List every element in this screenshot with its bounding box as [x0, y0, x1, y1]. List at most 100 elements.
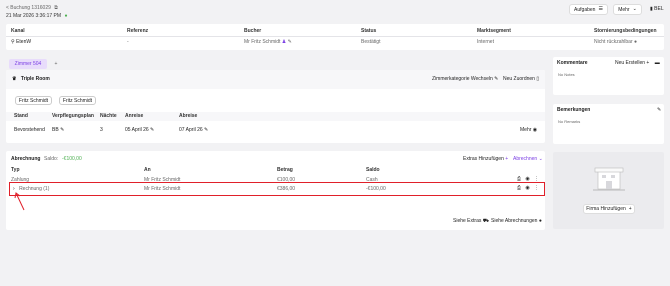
- remarks-card: Bemerkungen ✎ No Remarks: [553, 104, 664, 144]
- arrival-cell: 05 April 26 ✎: [125, 128, 154, 133]
- more-label: Mehr: [618, 6, 630, 13]
- meal-value: BB: [52, 127, 59, 133]
- edit-icon: ✎: [494, 76, 499, 82]
- col-typ: Typ: [11, 167, 20, 173]
- see-bills-label: Siehe Abrechnungen: [491, 218, 538, 224]
- plus-icon: +: [646, 60, 650, 66]
- reassign-link[interactable]: Neu Zuordnen ▯: [503, 77, 539, 82]
- col-verpflegung: Verpflegungsplan: [52, 113, 94, 119]
- settle-link[interactable]: Abrechnen ⌄: [513, 157, 543, 162]
- change-category-label: Zimmerkategorie Wechseln: [432, 76, 493, 82]
- guest-chip-2[interactable]: Fritz Schmidt: [59, 96, 96, 105]
- edit-icon[interactable]: ✎: [657, 108, 661, 113]
- col-storno: Stornierungsbedingungen: [594, 28, 657, 34]
- col-bucher: Bucher: [244, 28, 262, 34]
- room-title: ♛ Triple Room: [12, 77, 50, 82]
- comments-card: Kommentare Neu Erstellen + ▬ No Notes: [553, 57, 664, 95]
- departure-value: 07 April 26: [179, 127, 203, 133]
- new-comment-label: Neu Erstellen: [615, 60, 646, 66]
- eye-icon: ◉: [532, 127, 538, 133]
- company-card: Firma Hinzufügen +: [553, 152, 664, 229]
- billing-title: Abrechnung: [11, 156, 41, 162]
- add-room-tab[interactable]: +: [50, 59, 62, 69]
- col-kanal: Kanal: [11, 28, 25, 34]
- saldo-value: -€100,00: [62, 156, 82, 162]
- channel-value: EtenW: [16, 39, 32, 45]
- departure-cell: 07 April 26 ✎: [179, 128, 208, 133]
- booker-cell: Mr Fritz Schmidt ♟ ✎: [244, 40, 292, 45]
- user-icon[interactable]: ♟: [282, 40, 286, 45]
- meal-cell: BB ✎: [52, 128, 64, 133]
- new-comment-link[interactable]: Neu Erstellen + ▬: [615, 61, 660, 66]
- cancellation-value: Nicht rückzahlbar: [594, 39, 633, 45]
- booking-date: 21 Mar 2026 3:36:17 PM: [6, 13, 62, 19]
- remarks-empty: No Remarks: [558, 119, 581, 124]
- list-icon: ☰: [598, 6, 603, 12]
- money-icon: ●: [538, 218, 542, 224]
- tasks-button[interactable]: Aufgaben ☰: [569, 4, 608, 15]
- collapse-icon[interactable]: ▬: [655, 61, 660, 66]
- door-icon: ▯: [536, 76, 540, 82]
- guest-chip-1[interactable]: Fritz Schmidt: [15, 96, 52, 105]
- back-label[interactable]: < Buchung 1316029: [6, 5, 51, 11]
- col-status: Status: [361, 28, 377, 34]
- nights-value: 3: [100, 127, 103, 133]
- status-value: Bestätigt: [361, 39, 381, 45]
- room-more-label: Mehr: [520, 127, 532, 133]
- status-short[interactable]: ▮ BEL: [650, 7, 664, 12]
- comments-empty: No Notes: [558, 72, 575, 77]
- col-anreise: Anreise: [125, 113, 144, 119]
- edit-icon[interactable]: ✎: [60, 128, 64, 133]
- col-naechte: Nächte: [100, 113, 117, 119]
- saldo-label: Saldo:: [44, 156, 59, 162]
- room-more-link[interactable]: Mehr ◉: [520, 128, 537, 133]
- col-stand: Stand: [14, 113, 28, 119]
- add-company-label: Firma Hinzufügen: [586, 206, 626, 212]
- date-line: 21 Mar 2026 3:36:17 PM ●: [6, 14, 67, 19]
- trash-icon[interactable]: ▮: [650, 7, 653, 12]
- col-abreise: Abreise: [179, 113, 198, 119]
- change-category-link[interactable]: Zimmerkategorie Wechseln ✎: [432, 77, 498, 82]
- plus-icon: +: [505, 156, 509, 162]
- remarks-title: Bemerkungen: [557, 107, 591, 113]
- more-button[interactable]: Mehr ⌄: [613, 4, 642, 15]
- highlight-box: [9, 182, 545, 196]
- cart-icon: ⛟: [482, 218, 490, 224]
- annotation-arrow-icon: [14, 192, 25, 211]
- see-extras-link[interactable]: Siehe Extras ⛟: [453, 219, 489, 224]
- back-link[interactable]: < Buchung 1316029 ⧉: [6, 6, 58, 11]
- see-extras-label: Siehe Extras: [453, 218, 482, 224]
- info-icon[interactable]: ●: [634, 40, 637, 45]
- booker-value: Mr Fritz Schmidt: [244, 39, 281, 45]
- col-an: An: [144, 167, 151, 173]
- col-saldo: Saldo: [366, 167, 380, 173]
- booking-card: Kanal Referenz Bucher Status Marktsegmen…: [6, 24, 664, 50]
- stand-value: Bevorstehend: [14, 127, 45, 133]
- chevron-down-icon: ⌄: [538, 156, 543, 162]
- reference-value: -: [127, 39, 129, 45]
- col-marktsegment: Marktsegment: [477, 28, 511, 34]
- status-short-label: BEL: [654, 6, 664, 12]
- see-bills-link[interactable]: Siehe Abrechnungen ●: [491, 219, 542, 224]
- add-extras-label: Extras Hinzufügen: [463, 156, 504, 162]
- edit-icon[interactable]: ✎: [288, 40, 292, 45]
- col-betrag: Betrag: [277, 167, 293, 173]
- channel-cell: ⚲ EtenW: [11, 40, 31, 45]
- cancellation-cell: Nicht rückzahlbar ●: [594, 40, 637, 45]
- plus-icon: +: [628, 205, 632, 212]
- comments-title: Kommentare: [557, 60, 588, 66]
- settle-label: Abrechnen: [513, 156, 538, 162]
- segment-value: Internet: [477, 39, 494, 45]
- arrival-value: 05 April 26: [125, 127, 149, 133]
- col-referenz: Referenz: [127, 28, 149, 34]
- check-circle-icon: ●: [64, 13, 68, 19]
- chevron-down-icon: ⌄: [632, 6, 637, 12]
- divider: [6, 36, 664, 37]
- edit-icon[interactable]: ✎: [150, 128, 154, 133]
- add-extras-link[interactable]: Extras Hinzufügen +: [463, 157, 508, 162]
- add-company-button[interactable]: Firma Hinzufügen +: [583, 204, 635, 214]
- copy-icon[interactable]: ⧉: [54, 6, 58, 11]
- bed-icon: ♛: [12, 76, 17, 82]
- tab-room-504[interactable]: Zimmer 504: [9, 59, 47, 69]
- edit-icon[interactable]: ✎: [204, 128, 208, 133]
